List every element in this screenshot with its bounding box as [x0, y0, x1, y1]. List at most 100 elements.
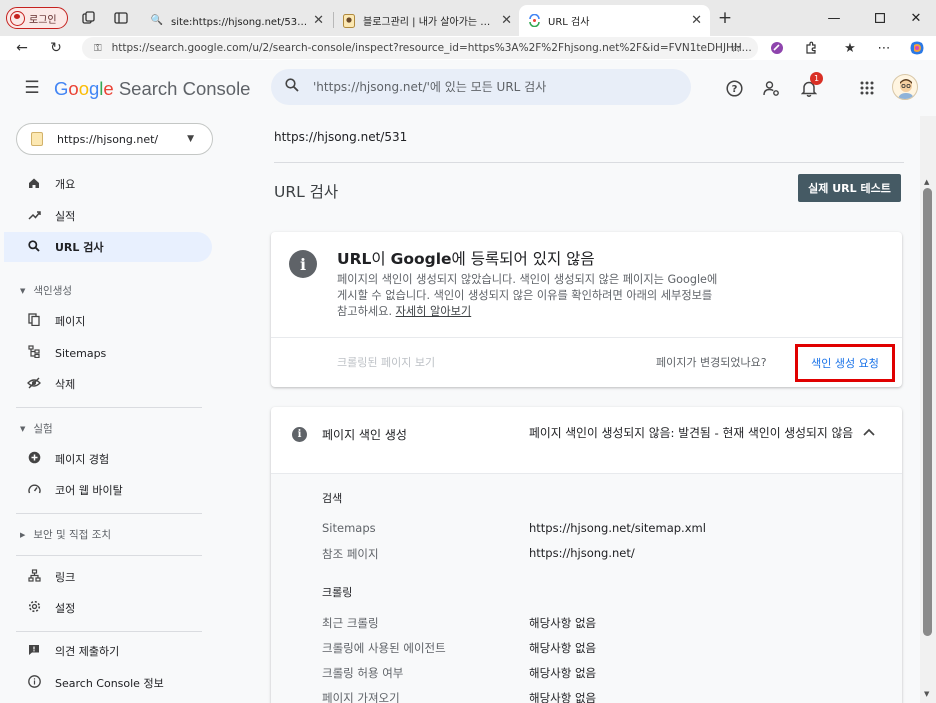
maximize-icon[interactable] — [866, 8, 894, 28]
sidebar-item-page-experience[interactable]: 페이지 경험 — [4, 444, 212, 474]
sidebar-item-url-inspection[interactable]: URL 검사 — [4, 232, 212, 262]
detail-value: 해당사항 없음 — [529, 641, 597, 655]
more-menu-icon[interactable]: ⋯ — [875, 39, 893, 57]
feedback-icon — [26, 644, 42, 659]
sidebar-item-about[interactable]: Search Console 정보 — [4, 668, 212, 698]
property-favicon-icon — [31, 132, 43, 146]
sidebar-item-settings[interactable]: 설정 — [4, 593, 212, 623]
home-icon — [26, 177, 42, 192]
collapse-triangle-icon: ▼ — [20, 424, 26, 433]
page-indexing-card: i 페이지 색인 생성 페이지 색인이 생성되지 않음: 발견됨 - 현재 색인… — [271, 407, 902, 703]
svg-text:?: ? — [731, 84, 737, 95]
favorite-star-icon[interactable]: ☆ — [727, 39, 745, 57]
card-divider — [271, 337, 902, 338]
vertical-tabs-icon[interactable] — [112, 9, 130, 27]
section-security[interactable]: ▶ 보안 및 직접 조치 — [20, 527, 111, 542]
detail-label: 페이지 가져오기 — [322, 691, 400, 703]
hamburger-menu-icon[interactable]: ☰ — [22, 78, 42, 98]
notification-count-badge: 1 — [810, 72, 823, 85]
reload-icon[interactable]: ↻ — [46, 38, 66, 58]
search-icon — [285, 78, 299, 96]
close-icon[interactable]: ✕ — [501, 13, 512, 28]
page-scrollbar[interactable]: ▲ ▼ — [920, 116, 936, 703]
close-window-icon[interactable]: ✕ — [902, 8, 930, 28]
sidebar-item-pages[interactable]: 페이지 — [4, 306, 212, 336]
sidebar-divider — [16, 555, 202, 556]
speed-icon — [26, 483, 42, 498]
sitemap-icon — [26, 345, 42, 361]
close-icon[interactable]: ✕ — [691, 13, 702, 28]
learn-more-link[interactable]: 자세히 알아보기 — [396, 305, 472, 318]
sidebar-item-removals[interactable]: 삭제 — [4, 369, 212, 399]
extension-icon[interactable] — [768, 39, 786, 57]
sidebar-divider — [16, 407, 202, 408]
tab-url-inspection[interactable]: URL 검사 ✕ — [519, 5, 710, 36]
sidebar-item-overview[interactable]: 개요 — [4, 169, 212, 199]
copilot-icon[interactable] — [908, 39, 926, 57]
minimize-icon[interactable]: — — [820, 8, 848, 28]
add-circle-icon — [26, 451, 42, 467]
profile-icon — [10, 10, 25, 26]
sidebar: https://hjsong.net/ ▼ 개요 실적 URL 검사 ▼ 색인생… — [0, 116, 220, 703]
favorites-list-icon[interactable]: ★ — [841, 39, 859, 57]
sidebar-item-feedback[interactable]: 의견 제출하기 — [4, 636, 212, 666]
indexing-details: 검색 Sitemaps https://hjsong.net/sitemap.x… — [271, 474, 902, 703]
caret-down-icon: ▼ — [187, 134, 194, 144]
blog-icon — [342, 13, 356, 28]
detail-label: 크롤링 허용 여부 — [322, 666, 404, 680]
sidebar-divider — [16, 631, 202, 632]
section-indexing[interactable]: ▼ 색인생성 — [20, 283, 72, 298]
tab-google-search[interactable]: 🔍 site:https://hjsong.net/531 - 검색 ✕ — [142, 5, 332, 36]
profile-button[interactable]: 로그인 — [6, 7, 68, 29]
manage-users-icon[interactable] — [760, 77, 782, 99]
page-title: URL 검사 — [274, 183, 339, 201]
new-tab-button[interactable]: + — [716, 8, 734, 28]
section-experience[interactable]: ▼ 실험 — [20, 421, 53, 436]
sidebar-item-core-web-vitals[interactable]: 코어 웹 바이탈 — [4, 475, 212, 505]
sidebar-item-links[interactable]: 링크 — [4, 562, 212, 592]
detail-label: 최근 크롤링 — [322, 616, 379, 630]
info-icon: i — [289, 250, 317, 278]
logo-product-name: Search Console — [113, 78, 251, 99]
apps-grid-icon[interactable] — [856, 77, 878, 99]
view-crawled-page-button[interactable]: 크롤링된 페이지 보기 — [337, 354, 435, 370]
url-inspect-search[interactable] — [271, 69, 691, 105]
sidebar-item-sitemaps[interactable]: Sitemaps — [4, 338, 212, 368]
extensions-puzzle-icon[interactable] — [802, 39, 820, 57]
address-bar[interactable]: ⚿ https://search.google.com/u/2/search-c… — [82, 37, 758, 59]
sidebar-item-performance[interactable]: 실적 — [4, 201, 212, 231]
property-url: https://hjsong.net/ — [57, 132, 159, 146]
info-icon — [26, 675, 42, 691]
live-url-test-button[interactable]: 실제 URL 테스트 — [798, 174, 901, 202]
scroll-down-arrow-icon[interactable]: ▼ — [924, 690, 929, 698]
browser-tab-bar: 로그인 🔍 site:https://hjsong.net/531 - 검색 ✕… — [0, 0, 936, 36]
request-indexing-button[interactable]: 색인 생성 요청 — [795, 344, 895, 382]
property-selector[interactable]: https://hjsong.net/ ▼ — [16, 123, 213, 155]
search-input[interactable] — [313, 80, 673, 94]
settings-icon — [26, 600, 42, 616]
search-icon: 🔍 — [150, 15, 164, 26]
page-indexing-label[interactable]: 페이지 색인 생성 — [322, 426, 407, 443]
links-icon — [26, 569, 42, 585]
collapse-triangle-icon: ▼ — [20, 286, 26, 295]
browser-toolbar: ← ↻ ⚿ https://search.google.com/u/2/sear… — [0, 36, 936, 60]
detail-value: https://hjsong.net/sitemap.xml — [529, 521, 706, 535]
address-url: https://search.google.com/u/2/search-con… — [111, 42, 752, 54]
workspaces-icon[interactable] — [80, 9, 98, 27]
search-icon — [26, 239, 42, 255]
user-avatar[interactable] — [892, 74, 918, 100]
page-changed-question: 페이지가 변경되었나요? — [656, 356, 767, 369]
tab-blog-admin[interactable]: 블로그관리 | 내가 살아가는 풍경 ✕ — [334, 5, 520, 36]
scrollbar-thumb[interactable] — [923, 188, 932, 636]
info-icon: i — [292, 427, 307, 442]
hide-icon — [26, 377, 42, 392]
close-icon[interactable]: ✕ — [313, 13, 324, 28]
chevron-up-icon[interactable] — [863, 425, 875, 439]
help-icon[interactable]: ? — [723, 77, 745, 99]
scroll-up-arrow-icon[interactable]: ▲ — [924, 178, 929, 186]
lock-icon: ⚿ — [94, 42, 102, 54]
back-icon[interactable]: ← — [12, 38, 32, 58]
expand-triangle-icon: ▶ — [20, 530, 26, 539]
search-console-logo[interactable]: Google Search Console — [54, 78, 250, 100]
notifications-bell-icon[interactable]: 1 — [798, 72, 823, 99]
